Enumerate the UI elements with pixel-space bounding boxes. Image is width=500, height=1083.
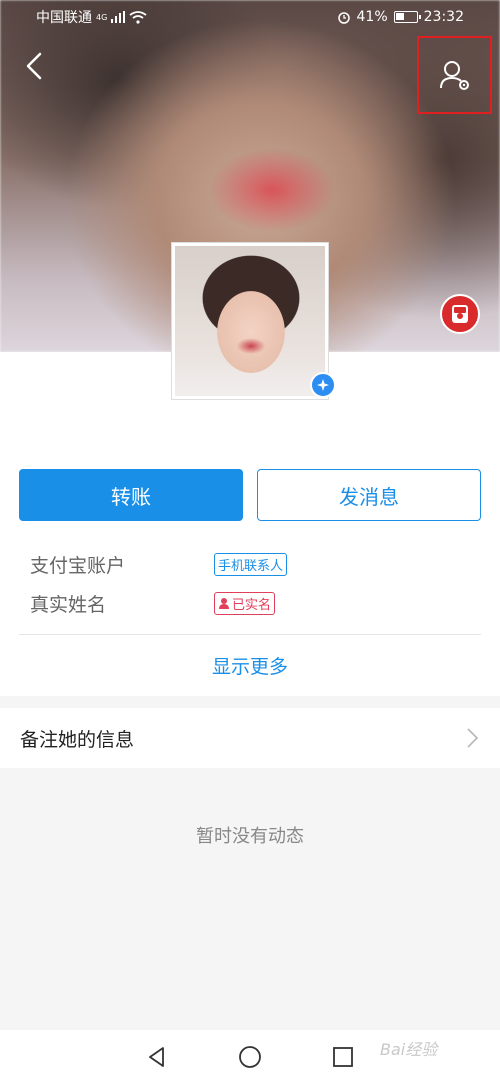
- nav-recent-icon[interactable]: [331, 1045, 355, 1069]
- verified-badge-icon: [317, 379, 329, 391]
- user-settings-icon: [439, 61, 469, 90]
- nickname: [200, 406, 300, 436]
- alipay-account-label: 支付宝账户: [30, 554, 126, 577]
- alarm-icon: [337, 12, 350, 24]
- show-more-link[interactable]: 显示更多: [0, 652, 500, 679]
- back-arrow-icon: [26, 52, 42, 80]
- red-packet-button[interactable]: [440, 294, 480, 334]
- avatar[interactable]: [171, 242, 329, 400]
- verified-name-tag: 已实名: [214, 591, 276, 615]
- red-packet-icon: [452, 305, 468, 323]
- remark-label: 备注她的信息: [20, 728, 135, 751]
- status-bar: 中国联通 4G 41% 23:32: [0, 0, 500, 34]
- real-name-label: 真实姓名: [30, 593, 107, 616]
- status-right: 41% 23:32: [337, 9, 464, 25]
- wifi-icon: [129, 10, 147, 24]
- verified-badge: [310, 372, 336, 398]
- nav-back-icon[interactable]: [145, 1045, 169, 1069]
- signal-icon: [111, 11, 126, 23]
- carrier-name: 中国联通: [36, 10, 92, 26]
- remark-info-row[interactable]: 备注她的信息: [0, 708, 500, 768]
- person-verified-icon: [219, 598, 229, 609]
- chevron-right-icon: [467, 728, 479, 748]
- empty-feed-text: 暂时没有动态: [196, 826, 304, 847]
- real-name-row: 真实姓名 已实名: [30, 589, 276, 617]
- profile-settings-button[interactable]: [417, 36, 492, 114]
- watermark: Bai经验: [380, 1040, 438, 1059]
- battery-percent: 41%: [356, 9, 388, 25]
- avatar-image: [175, 246, 325, 396]
- alipay-account-row: 支付宝账户 手机联系人: [30, 550, 288, 578]
- divider: [19, 634, 481, 635]
- network-type: 4G: [96, 12, 108, 22]
- profile-card: [0, 352, 500, 696]
- phone-contact-tag: 手机联系人: [214, 552, 288, 576]
- status-carrier: 中国联通 4G: [36, 7, 147, 27]
- nav-home-icon[interactable]: [238, 1045, 262, 1069]
- verified-name-text: 已实名: [232, 597, 272, 613]
- clock: 23:32: [423, 9, 464, 25]
- battery-icon: [393, 11, 421, 23]
- transfer-button[interactable]: 转账: [19, 469, 243, 521]
- back-button[interactable]: [18, 48, 50, 84]
- send-message-button[interactable]: 发消息: [257, 469, 481, 521]
